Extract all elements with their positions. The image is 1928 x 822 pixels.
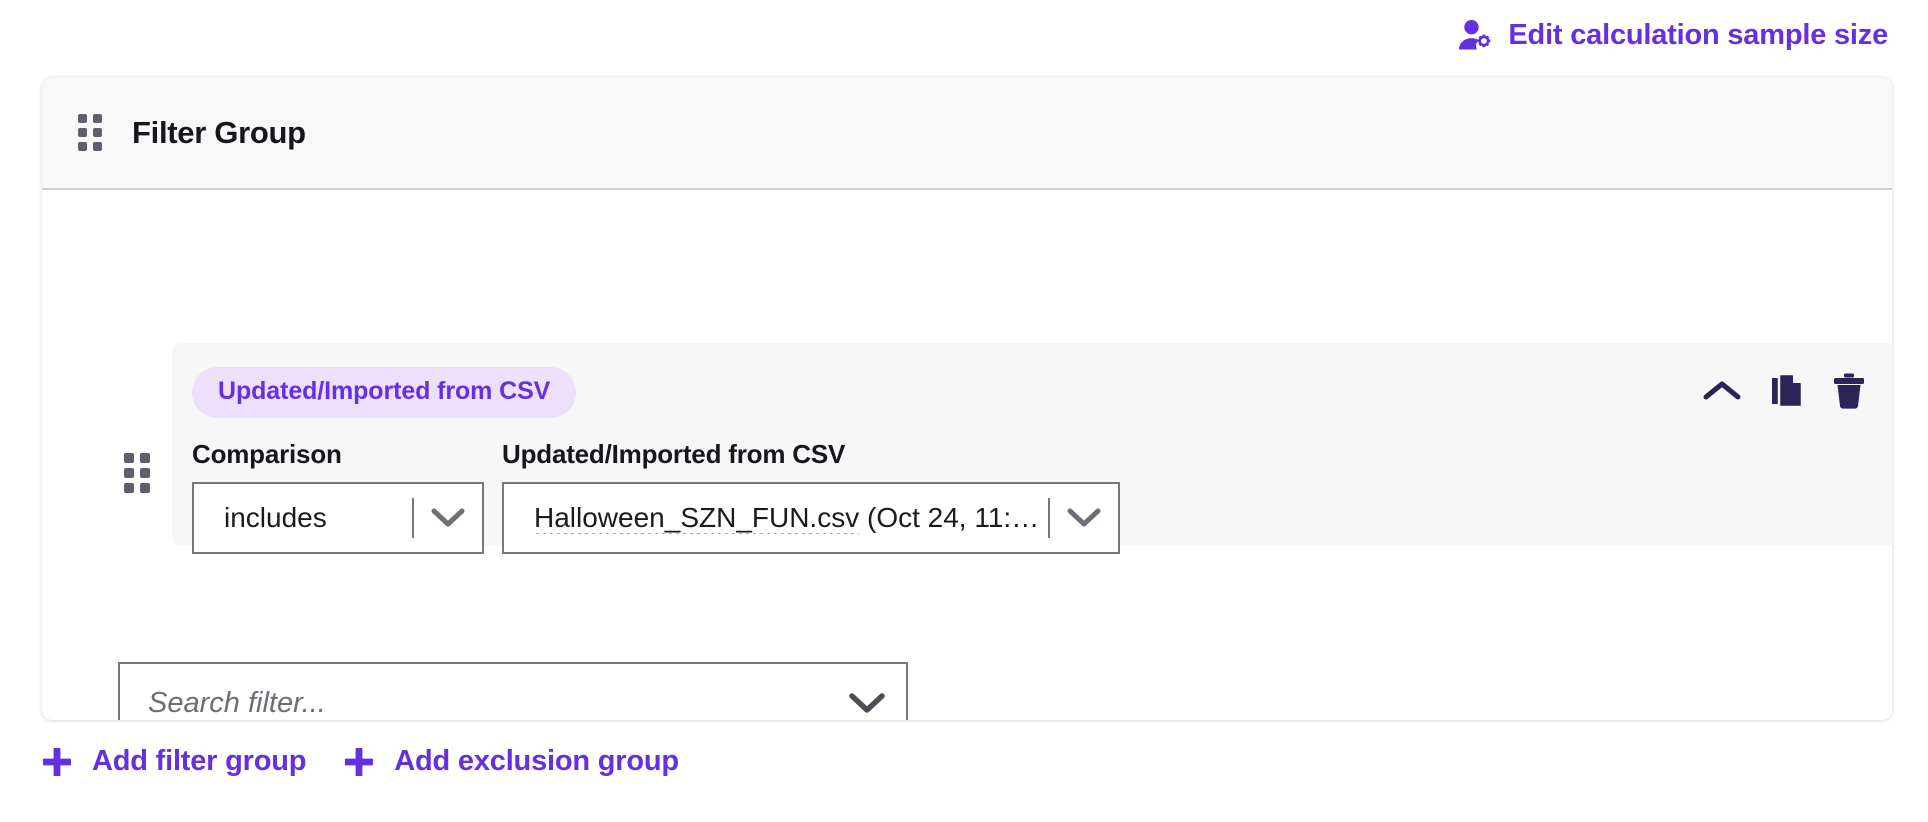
filter-group-panel: Filter Group Updated/Imported from CSV <box>42 77 1892 720</box>
duplicate-button[interactable] <box>1771 373 1803 409</box>
edit-calculation-sample-size-button[interactable]: Edit calculation sample size <box>1458 19 1888 52</box>
csv-value-field: Updated/Imported from CSV Halloween_SZN_… <box>502 439 1120 554</box>
comparison-value: includes <box>194 502 412 534</box>
comparison-select[interactable]: includes <box>192 482 484 554</box>
filter-group-header: Filter Group <box>42 77 1892 190</box>
collapse-button[interactable] <box>1703 379 1741 403</box>
status-badge: Updated/Imported from CSV <box>192 367 576 418</box>
comparison-label: Comparison <box>192 439 484 470</box>
filter-condition-card: Updated/Imported from CSV <box>172 343 1892 546</box>
topbar: Edit calculation sample size <box>0 0 1928 70</box>
plus-icon <box>42 747 72 777</box>
csv-value: Halloween_SZN_FUN.csv (Oct 24, 11:40 AM … <box>504 502 1048 534</box>
search-filter-placeholder: Search filter... <box>120 687 828 720</box>
card-actions <box>1703 373 1865 409</box>
plus-icon <box>344 747 374 777</box>
chevron-down-icon <box>414 507 482 529</box>
chevron-down-icon[interactable] <box>828 692 906 715</box>
chevron-down-icon <box>1050 507 1118 529</box>
add-filter-group-button[interactable]: Add filter group <box>42 745 306 778</box>
add-exclusion-group-label: Add exclusion group <box>394 745 679 778</box>
bottom-actions: Add filter group Add exclusion group <box>42 745 679 778</box>
search-filter-input[interactable]: Search filter... <box>118 662 908 720</box>
drag-handle-icon[interactable] <box>78 114 102 151</box>
csv-filename: Halloween_SZN_FUN.csv <box>534 502 859 534</box>
filter-fields: Comparison includes Updated <box>192 439 1120 554</box>
csv-value-select[interactable]: Halloween_SZN_FUN.csv (Oct 24, 11:40 AM … <box>502 482 1120 554</box>
delete-button[interactable] <box>1833 373 1865 409</box>
page-title: Filter Group <box>132 115 306 151</box>
csv-timestamp: (Oct 24, 11:40 AM P… <box>859 502 1048 533</box>
filter-row-drag-handle-icon[interactable] <box>124 453 150 493</box>
comparison-field: Comparison includes <box>192 439 484 554</box>
edit-calculation-sample-size-label: Edit calculation sample size <box>1508 19 1888 52</box>
add-exclusion-group-button[interactable]: Add exclusion group <box>344 745 679 778</box>
csv-value-label: Updated/Imported from CSV <box>502 439 1120 470</box>
user-gear-icon <box>1458 19 1494 51</box>
filter-builder-screen: Edit calculation sample size Filter Grou… <box>0 0 1928 822</box>
add-filter-group-label: Add filter group <box>92 745 306 778</box>
